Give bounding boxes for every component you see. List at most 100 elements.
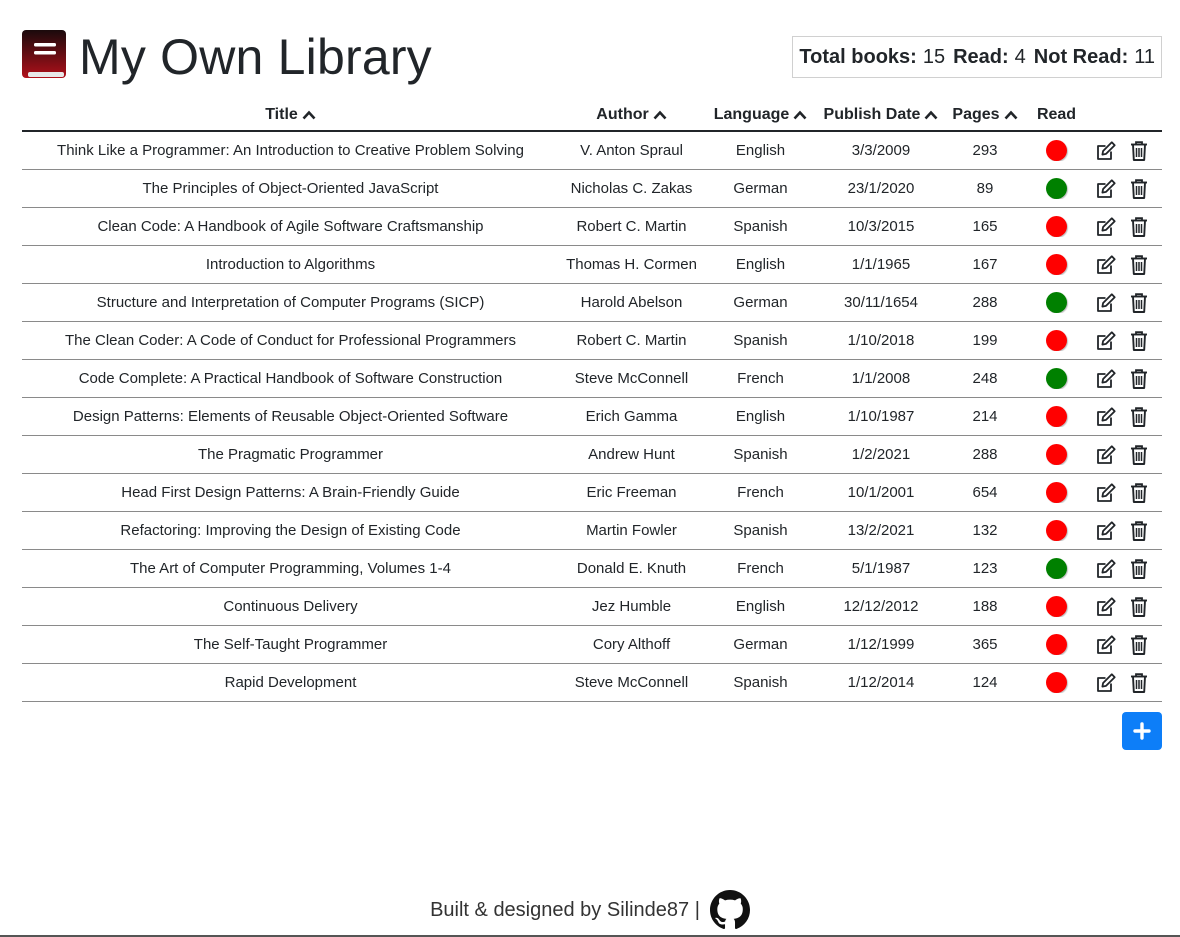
read-status-toggle[interactable] (1046, 140, 1067, 161)
book-publish-date: 1/10/2018 (847, 332, 915, 349)
sort-by-author[interactable]: Author (559, 106, 704, 124)
row-actions (1088, 367, 1162, 391)
row-actions (1088, 215, 1162, 239)
trash-icon[interactable] (1127, 291, 1151, 315)
edit-icon[interactable] (1094, 405, 1118, 429)
not-read-books-label: Not Read: (1033, 45, 1129, 68)
book-language: Spanish (733, 674, 788, 691)
trash-icon[interactable] (1127, 253, 1151, 277)
chevron-up-icon (924, 110, 938, 120)
edit-icon[interactable] (1094, 177, 1118, 201)
edit-icon[interactable] (1094, 595, 1118, 619)
book-publish-date: 3/3/2009 (851, 142, 911, 159)
edit-icon[interactable] (1094, 291, 1118, 315)
book-language: German (733, 294, 788, 311)
table-row: Rapid Development Steve McConnell Spanish 1… (22, 664, 1162, 702)
read-status-toggle[interactable] (1046, 292, 1067, 313)
read-status-toggle[interactable] (1046, 406, 1067, 427)
edit-icon[interactable] (1094, 633, 1118, 657)
book-pages: 365 (972, 636, 998, 653)
trash-icon[interactable] (1127, 215, 1151, 239)
trash-icon[interactable] (1127, 481, 1151, 505)
edit-icon[interactable] (1094, 329, 1118, 353)
trash-icon[interactable] (1127, 177, 1151, 201)
read-status-toggle[interactable] (1046, 482, 1067, 503)
read-status-cell (1025, 444, 1088, 465)
github-icon[interactable] (709, 890, 750, 930)
read-status-toggle[interactable] (1046, 520, 1067, 541)
trash-icon[interactable] (1127, 367, 1151, 391)
read-status-toggle[interactable] (1046, 558, 1067, 579)
column-author-label: Author (596, 106, 649, 123)
book-pages: 89 (976, 180, 994, 197)
table-row: Structure and Interpretation of Computer… (22, 284, 1162, 322)
trash-icon[interactable] (1127, 139, 1151, 163)
read-status-toggle[interactable] (1046, 254, 1067, 275)
table-row: Clean Code: A Handbook of Agile Software… (22, 208, 1162, 246)
book-language: Spanish (733, 332, 788, 349)
trash-icon[interactable] (1127, 671, 1151, 695)
row-actions (1088, 443, 1162, 467)
column-date-label: Publish Date (823, 106, 921, 123)
book-language: Spanish (733, 446, 788, 463)
book-language: Spanish (733, 522, 788, 539)
trash-icon[interactable] (1127, 633, 1151, 657)
sort-by-publish-date[interactable]: Publish Date (817, 106, 945, 124)
sort-by-language[interactable]: Language (704, 106, 817, 124)
book-title: Head First Design Patterns: A Brain-Frie… (121, 484, 460, 501)
edit-icon[interactable] (1094, 367, 1118, 391)
edit-icon[interactable] (1094, 215, 1118, 239)
footer-credit: Built & designed by Silinde87 | (430, 898, 700, 921)
chevron-up-icon (302, 110, 316, 120)
books-table: Title Author Language Publish Date Pages… (22, 100, 1162, 702)
read-status-toggle[interactable] (1046, 178, 1067, 199)
read-status-cell (1025, 178, 1088, 199)
sort-by-pages[interactable]: Pages (945, 106, 1025, 124)
read-status-toggle[interactable] (1046, 596, 1067, 617)
total-books-label: Total books: (799, 45, 917, 68)
book-language: French (737, 484, 784, 501)
read-status-toggle[interactable] (1046, 330, 1067, 351)
trash-icon[interactable] (1127, 557, 1151, 581)
add-book-button[interactable] (1122, 712, 1162, 750)
read-status-cell (1025, 140, 1088, 161)
book-title: Introduction to Algorithms (205, 256, 376, 273)
chevron-up-icon (1004, 110, 1018, 120)
edit-icon[interactable] (1094, 557, 1118, 581)
book-title: Continuous Delivery (223, 598, 358, 615)
read-status-toggle[interactable] (1046, 672, 1067, 693)
edit-icon[interactable] (1094, 481, 1118, 505)
read-status-toggle[interactable] (1046, 634, 1067, 655)
book-publish-date: 10/3/2015 (847, 218, 915, 235)
table-row: Design Patterns: Elements of Reusable Ob… (22, 398, 1162, 436)
read-status-toggle[interactable] (1046, 368, 1067, 389)
read-status-cell (1025, 634, 1088, 655)
edit-icon[interactable] (1094, 253, 1118, 277)
read-status-toggle[interactable] (1046, 444, 1067, 465)
row-actions (1088, 405, 1162, 429)
table-header: Title Author Language Publish Date Pages… (22, 100, 1162, 132)
trash-icon[interactable] (1127, 595, 1151, 619)
row-actions (1088, 633, 1162, 657)
book-language: English (735, 408, 786, 425)
edit-icon[interactable] (1094, 671, 1118, 695)
book-title: Clean Code: A Handbook of Agile Software… (97, 218, 484, 235)
book-stats: Total books: 15 Read: 4 Not Read: 11 (792, 36, 1162, 78)
trash-icon[interactable] (1127, 405, 1151, 429)
edit-icon[interactable] (1094, 519, 1118, 543)
sort-by-title[interactable]: Title (22, 106, 559, 124)
edit-icon[interactable] (1094, 139, 1118, 163)
trash-icon[interactable] (1127, 443, 1151, 467)
trash-icon[interactable] (1127, 519, 1151, 543)
edit-icon[interactable] (1094, 443, 1118, 467)
read-status-cell (1025, 558, 1088, 579)
table-row: Think Like a Programmer: An Introduction… (22, 132, 1162, 170)
trash-icon[interactable] (1127, 329, 1151, 353)
book-language: German (733, 180, 788, 197)
book-author: Donald E. Knuth (576, 560, 687, 577)
book-author: Nicholas C. Zakas (570, 180, 693, 197)
read-status-toggle[interactable] (1046, 216, 1067, 237)
row-actions (1088, 177, 1162, 201)
table-row: Introduction to Algorithms Thomas H. Corm… (22, 246, 1162, 284)
book-author: V. Anton Spraul (580, 142, 683, 159)
